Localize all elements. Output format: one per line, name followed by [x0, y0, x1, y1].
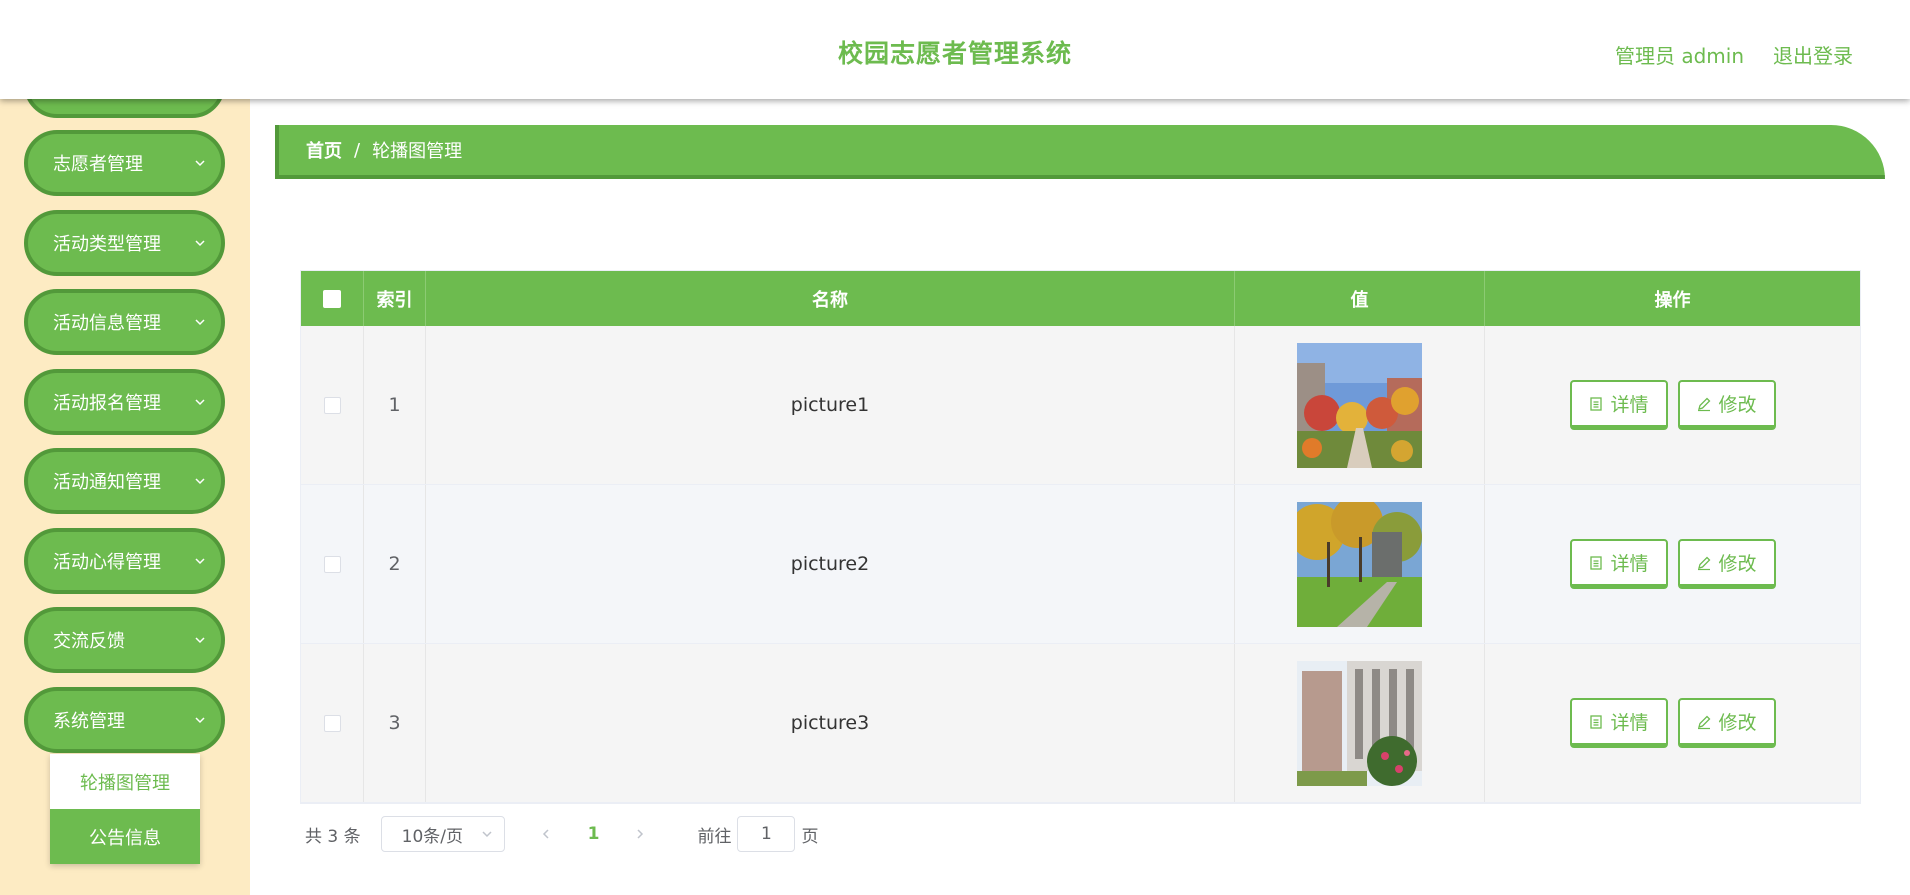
current-user: 管理员 admin — [1615, 44, 1745, 68]
sidebar-item-volunteers[interactable]: 志愿者管理 — [24, 130, 225, 196]
row-checkbox[interactable] — [323, 555, 341, 573]
row-value-cell — [1235, 326, 1485, 484]
row-actions: 详情 修改 — [1485, 644, 1860, 802]
document-icon — [1590, 555, 1603, 570]
sidebar-item-activity-info[interactable]: 活动信息管理 — [24, 289, 225, 355]
chevron-down-icon — [195, 319, 205, 326]
detail-label: 详情 — [1610, 553, 1649, 575]
row-index: 3 — [364, 644, 426, 802]
sidebar-item-label: 志愿者管理 — [53, 154, 143, 175]
header-actions: 操作 — [1654, 289, 1691, 311]
row-checkbox[interactable] — [323, 714, 341, 732]
picture1-thumbnail — [1297, 342, 1422, 468]
picture2-thumbnail — [1297, 501, 1422, 627]
row-checkbox-cell — [301, 485, 364, 643]
top-header: 校园志愿者管理系统 管理员 admin 退出登录 — [0, 0, 1910, 99]
table-row: 1 picture1 详情 修改 — [301, 326, 1860, 485]
page-size-select[interactable]: 10条/页 — [380, 816, 505, 852]
header-value: 值 — [1235, 271, 1485, 326]
sidebar-item-activity-notices[interactable]: 活动通知管理 — [24, 448, 225, 514]
edit-icon — [1698, 397, 1711, 411]
edit-button[interactable]: 修改 — [1677, 539, 1776, 589]
breadcrumb-current: 轮播图管理 — [372, 141, 463, 162]
system-submenu: 轮播图管理 公告信息 — [50, 754, 200, 864]
pagination: 共 3 条 10条/页 1 前往 页 — [305, 816, 818, 852]
chevron-down-icon — [195, 240, 205, 247]
edit-icon — [1698, 715, 1711, 729]
chevron-down-icon — [195, 717, 205, 724]
row-name: picture2 — [426, 485, 1235, 643]
select-all-checkbox[interactable] — [323, 289, 341, 308]
next-page-icon[interactable] — [633, 827, 647, 841]
document-icon — [1590, 396, 1603, 411]
detail-label: 详情 — [1610, 394, 1649, 416]
header-name: 名称 — [426, 271, 1235, 326]
row-checkbox-cell — [301, 644, 364, 802]
sidebar-item-label: 交流反馈 — [53, 631, 125, 652]
row-actions: 详情 修改 — [1485, 485, 1860, 643]
sidebar-item-label: 活动信息管理 — [53, 313, 161, 334]
edit-label: 修改 — [1718, 553, 1757, 575]
sidebar-item-activity-types[interactable]: 活动类型管理 — [24, 210, 225, 276]
document-icon — [1590, 714, 1603, 729]
detail-label: 详情 — [1610, 712, 1649, 734]
row-index: 1 — [364, 326, 426, 484]
page-number-current[interactable]: 1 — [588, 824, 600, 844]
edit-button[interactable]: 修改 — [1677, 380, 1776, 430]
chevron-down-icon — [195, 399, 205, 406]
carousel-table: 索引 名称 值 操作 1 picture1 详情 修改 2 picture2 详… — [300, 270, 1861, 804]
prev-page-icon[interactable] — [539, 827, 553, 841]
table-row: 2 picture2 详情 修改 — [301, 485, 1860, 644]
sidebar-item-label: 活动心得管理 — [53, 552, 161, 573]
edit-label: 修改 — [1718, 712, 1757, 734]
breadcrumb-home[interactable]: 首页 — [306, 137, 342, 163]
edit-button[interactable]: 修改 — [1677, 698, 1776, 748]
goto-suffix: 页 — [801, 826, 819, 847]
submenu-item-carousel[interactable]: 轮播图管理 — [50, 754, 200, 809]
table-row: 3 picture3 详情 修改 — [301, 644, 1860, 803]
sidebar-item-label: 系统管理 — [53, 711, 125, 732]
goto-prefix: 前往 — [697, 826, 732, 847]
sidebar-item-label: 活动报名管理 — [53, 393, 161, 414]
row-actions: 详情 修改 — [1485, 326, 1860, 484]
row-index: 2 — [364, 485, 426, 643]
pagination-total: 共 3 条 — [305, 826, 361, 847]
breadcrumb-separator: / — [354, 139, 361, 161]
sidebar-item-feedback[interactable]: 交流反馈 — [24, 607, 225, 673]
row-value-cell — [1235, 485, 1485, 643]
row-checkbox[interactable] — [323, 396, 341, 414]
chevron-down-icon — [195, 160, 205, 167]
detail-button[interactable]: 详情 — [1569, 380, 1668, 430]
sidebar-item-label: 活动类型管理 — [53, 234, 161, 255]
picture3-thumbnail — [1297, 660, 1422, 786]
chevron-down-icon — [195, 478, 205, 485]
breadcrumb: 首页 / 轮播图管理 — [275, 125, 1885, 179]
sidebar-item-system[interactable]: 系统管理 — [24, 687, 225, 753]
logout-link[interactable]: 退出登录 — [1773, 40, 1853, 69]
header-checkbox-cell — [301, 271, 364, 326]
detail-button[interactable]: 详情 — [1569, 539, 1668, 589]
table-header: 索引 名称 值 操作 — [301, 271, 1860, 326]
sidebar-item-activity-reflections[interactable]: 活动心得管理 — [24, 528, 225, 594]
goto-page-input[interactable] — [737, 816, 796, 852]
edit-icon — [1698, 556, 1711, 570]
sidebar-item-activity-signup[interactable]: 活动报名管理 — [24, 369, 225, 435]
row-checkbox-cell — [301, 326, 364, 484]
page-size-value: 10条/页 — [401, 826, 463, 847]
sidebar: 志愿者管理 活动类型管理 活动信息管理 活动报名管理 活动通知管理 活动心得管理… — [0, 0, 250, 895]
chevron-down-icon — [195, 558, 205, 565]
detail-button[interactable]: 详情 — [1569, 698, 1668, 748]
row-value-cell — [1235, 644, 1485, 802]
header-index: 索引 — [364, 271, 426, 326]
row-name: picture1 — [426, 326, 1235, 484]
edit-label: 修改 — [1718, 394, 1757, 416]
chevron-down-icon — [195, 637, 205, 644]
row-name: picture3 — [426, 644, 1235, 802]
submenu-item-announcements[interactable]: 公告信息 — [50, 809, 200, 864]
chevron-down-icon — [482, 831, 492, 838]
sidebar-item-label: 活动通知管理 — [53, 472, 161, 493]
